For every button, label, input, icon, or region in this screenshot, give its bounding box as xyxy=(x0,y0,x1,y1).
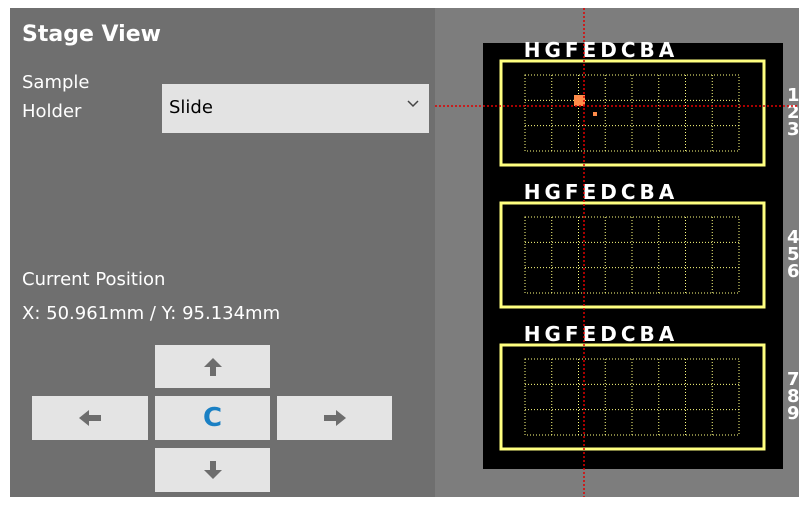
current-position-label: Current Position xyxy=(22,269,166,290)
panel-title: Stage View xyxy=(22,22,161,47)
stage-map-area[interactable]: HGFEDCBA 1 2 3 HGFEDCBA 4 5 6 HGFEDCBA 7 8 9 xyxy=(435,8,799,497)
column-labels-2: HGFEDCBA xyxy=(524,180,678,204)
sample-holder-select[interactable]: Slide xyxy=(162,84,429,133)
sample-holder-value: Slide xyxy=(169,97,213,118)
row-label-6: 6 xyxy=(787,261,799,282)
row-label-3: 3 xyxy=(787,119,799,140)
stage-map[interactable]: HGFEDCBA123HGFEDCBA456HGFEDCBA789 xyxy=(435,8,799,497)
column-labels-1: HGFEDCBA xyxy=(524,38,678,62)
sample-holder-label-line1: Sample xyxy=(22,72,90,93)
arrow-right-icon xyxy=(323,410,346,426)
jog-down-button[interactable] xyxy=(155,448,270,492)
sample-holder-label-line2: Holder xyxy=(22,101,82,122)
center-button-label: C xyxy=(202,403,223,433)
chevron-down-icon xyxy=(407,100,419,108)
column-labels-3: HGFEDCBA xyxy=(524,322,678,346)
jog-right-button[interactable] xyxy=(277,396,392,440)
arrow-up-icon xyxy=(203,357,222,376)
arrow-left-icon xyxy=(79,410,101,426)
position-readout: X: 50.961mm / Y: 95.134mm xyxy=(22,303,281,324)
jog-left-button[interactable] xyxy=(32,396,148,440)
target-marker xyxy=(593,112,597,116)
row-label-9: 9 xyxy=(787,403,799,424)
center-button[interactable]: C xyxy=(155,396,270,440)
jog-up-button[interactable] xyxy=(155,345,270,388)
arrow-down-icon xyxy=(203,461,222,479)
holder-background xyxy=(483,43,783,469)
